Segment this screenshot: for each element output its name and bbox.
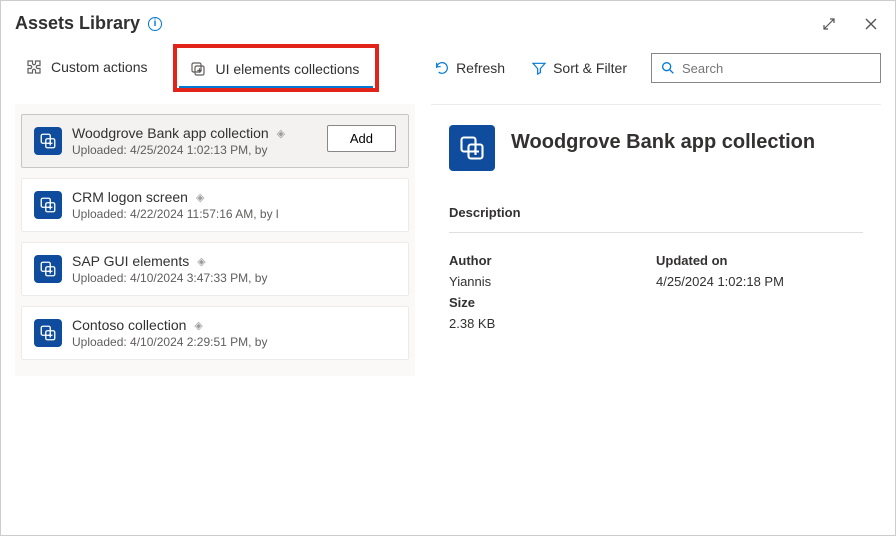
list-item[interactable]: Contoso collection ◈ Uploaded: 4/10/2024… [21, 306, 409, 360]
refresh-icon [434, 60, 450, 76]
filter-icon [531, 60, 547, 76]
author-label: Author [449, 253, 656, 268]
collection-item-icon [34, 127, 62, 155]
sort-filter-button[interactable]: Sort & Filter [521, 54, 637, 82]
add-button[interactable]: Add [327, 125, 396, 152]
list-item-meta: Uploaded: 4/22/2024 11:57:16 AM, by l [72, 207, 396, 221]
list-item-title: SAP GUI elements [72, 253, 189, 269]
search-icon [660, 60, 676, 76]
collection-item-icon [34, 255, 62, 283]
details-panel: Woodgrove Bank app collection Descriptio… [431, 104, 881, 376]
diamond-icon: ◈ [194, 319, 202, 332]
refresh-label: Refresh [456, 60, 505, 76]
close-icon[interactable] [861, 14, 881, 34]
list-item[interactable]: Woodgrove Bank app collection ◈ Uploaded… [21, 114, 409, 168]
window-title: Assets Library [15, 13, 140, 34]
tab-ui-collections-highlight: UI elements collections [173, 44, 379, 92]
search-input-wrapper[interactable] [651, 53, 881, 83]
collection-icon [189, 60, 207, 78]
divider [449, 232, 863, 233]
collection-item-icon [34, 319, 62, 347]
collection-item-icon [34, 191, 62, 219]
list-item-title: Contoso collection [72, 317, 186, 333]
diamond-icon: ◈ [197, 255, 205, 268]
expand-icon[interactable] [819, 14, 839, 34]
search-input[interactable] [682, 61, 872, 76]
author-value: Yiannis [449, 274, 656, 289]
description-label: Description [449, 205, 863, 220]
updated-value: 4/25/2024 1:02:18 PM [656, 274, 863, 289]
list-item-title: CRM logon screen [72, 189, 188, 205]
tab-custom-actions[interactable]: Custom actions [15, 50, 161, 86]
list-item-meta: Uploaded: 4/25/2024 1:02:13 PM, by [72, 143, 317, 157]
puzzle-icon [25, 58, 43, 76]
tab-ui-collections[interactable]: UI elements collections [179, 52, 373, 88]
list-item-meta: Uploaded: 4/10/2024 2:29:51 PM, by [72, 335, 396, 349]
size-label: Size [449, 295, 656, 310]
detail-title: Woodgrove Bank app collection [511, 131, 815, 154]
list-item-meta: Uploaded: 4/10/2024 3:47:33 PM, by [72, 271, 396, 285]
diamond-icon: ◈ [277, 127, 285, 140]
sort-filter-label: Sort & Filter [553, 60, 627, 76]
tab-label: UI elements collections [215, 61, 359, 77]
size-value: 2.38 KB [449, 316, 656, 331]
list-item[interactable]: CRM logon screen ◈ Uploaded: 4/22/2024 1… [21, 178, 409, 232]
tab-label: Custom actions [51, 59, 147, 75]
diamond-icon: ◈ [196, 191, 204, 204]
updated-label: Updated on [656, 253, 863, 268]
refresh-button[interactable]: Refresh [424, 54, 515, 82]
info-icon[interactable]: i [148, 17, 162, 31]
detail-collection-icon [449, 125, 495, 171]
collections-list: Woodgrove Bank app collection ◈ Uploaded… [15, 104, 415, 376]
list-item-title: Woodgrove Bank app collection [72, 125, 269, 141]
list-item[interactable]: SAP GUI elements ◈ Uploaded: 4/10/2024 3… [21, 242, 409, 296]
